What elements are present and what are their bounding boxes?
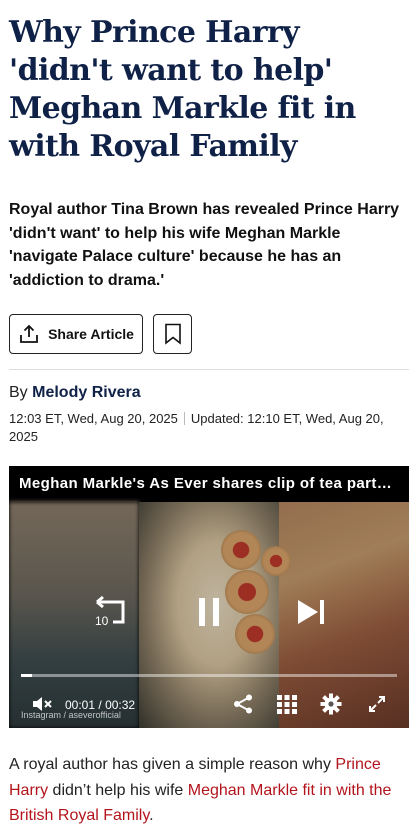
- pause-icon: [199, 598, 219, 626]
- share-icon: [20, 324, 38, 343]
- intro-text-middle: didn’t help his wife: [48, 781, 188, 799]
- skip-next-icon: [298, 600, 324, 624]
- video-watermark: Instagram / aseverofficial: [21, 710, 121, 720]
- fullscreen-button[interactable]: [365, 692, 389, 716]
- article-headline: Why Prince Harry 'didn't want to help' M…: [9, 15, 356, 164]
- fullscreen-icon: [369, 696, 385, 712]
- article-standfirst: Royal author Tina Brown has revealed Pri…: [9, 201, 400, 289]
- video-share-button[interactable]: [231, 692, 255, 716]
- skip-next-button[interactable]: [291, 592, 331, 632]
- grid-icon: [277, 695, 297, 714]
- divider: [9, 369, 409, 370]
- article-page: Why Prince Harry 'didn't want to help' M…: [0, 0, 418, 829]
- share-article-button[interactable]: Share Article: [9, 314, 143, 354]
- date-separator: [183, 412, 185, 425]
- video-title: Meghan Markle's As Ever shares clip of t…: [9, 466, 409, 502]
- bookmark-icon: [164, 323, 181, 345]
- video-progress-fill: [21, 674, 33, 677]
- playlist-grid-button[interactable]: [275, 692, 299, 716]
- settings-icon: [320, 693, 342, 715]
- video-frame[interactable]: 10 00:01 / 00:32 Instagram / aseveroffic…: [9, 502, 409, 728]
- article-dates: 12:03 ET, Wed, Aug 20, 2025 Updated: 12:1…: [9, 410, 409, 446]
- author-link[interactable]: Melody Rivera: [32, 384, 140, 401]
- byline: By Melody Rivera: [9, 384, 141, 402]
- article-body-intro: A royal author has given a simple reason…: [9, 752, 409, 829]
- published-time: 12:03 ET, Wed, Aug 20, 2025: [9, 411, 178, 426]
- video-progress-bar[interactable]: [21, 674, 397, 677]
- video-player[interactable]: Meghan Markle's As Ever shares clip of t…: [9, 466, 409, 728]
- replay-10-button[interactable]: 10: [89, 592, 129, 632]
- settings-button[interactable]: [319, 692, 343, 716]
- pause-button[interactable]: [189, 592, 229, 632]
- byline-prefix: By: [9, 384, 28, 401]
- replay-10-label: 10: [95, 614, 109, 628]
- intro-text-end: .: [149, 807, 154, 824]
- intro-text-start: A royal author has given a simple reason…: [9, 756, 336, 773]
- share-article-label: Share Article: [48, 326, 134, 342]
- share-icon: [234, 694, 252, 714]
- bookmark-button[interactable]: [153, 314, 192, 354]
